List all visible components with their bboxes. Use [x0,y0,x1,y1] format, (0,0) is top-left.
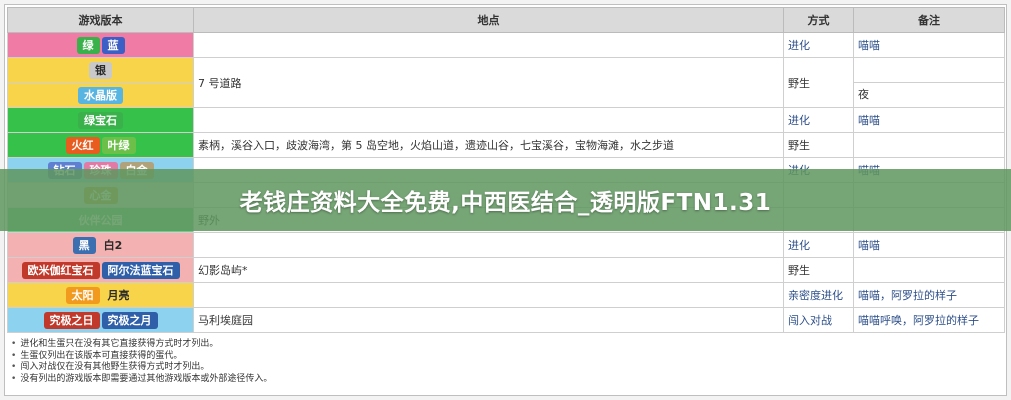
version-badge[interactable]: 绿 [76,36,100,54]
table-row: 火红 叶绿 素柄，溪谷入口，歧波海湾，第 5 岛空地，火焰山道，遗迹山谷，七宝溪谷，… [7,132,1005,158]
note-top [854,59,1004,83]
footnotes: • 进化和生蛋只在没有其它直接获得方式时才列出。 • 生蛋仅列出在该版本可直接获得的蛋… [11,339,1001,395]
version-badge[interactable]: 银 [89,61,112,79]
version-badge[interactable]: 火红 [65,136,100,154]
version-badge[interactable]: 太阳 [65,286,100,304]
method-cell: 闯入对战 [783,307,854,333]
bullet-icon: • [11,373,17,384]
location-cell: 素柄，溪谷入口，歧波海湾，第 5 岛空地，火焰山道，遗迹山谷，七宝溪谷，宝物海滩… [193,132,784,158]
table-row: 黑白2 进化 喵喵 [7,232,1005,258]
footnote-text: 没有列出的游戏版本即需要通过其他游戏版本或外部途径传入。 [20,373,273,384]
table-row: 绿蓝 进化 喵喵 [7,32,1005,58]
footnote-line: • 进化和生蛋只在没有其它直接获得方式时才列出。 [11,339,1001,351]
table-row: 欧米伽红宝石 阿尔法蓝宝石 幻影岛屿* 野生 [7,257,1005,283]
version-badge[interactable]: 阿尔法蓝宝石 [101,261,180,279]
location-cell [193,232,784,258]
note-cell: 夜 [853,57,1005,108]
version-cell: 欧米伽红宝石 阿尔法蓝宝石 [7,257,194,283]
version-badge[interactable]: 究极之月 [101,311,158,329]
note-cell: 喵喵 [853,32,1005,58]
bullet-icon: • [11,350,17,361]
method-cell: 野生 [783,257,854,283]
bullet-icon: • [11,362,17,372]
note-cell: 喵喵 [853,107,1005,133]
note-bottom: 夜 [858,87,869,101]
table-row: 绿宝石 进化 喵喵 [7,107,1005,133]
version-badge[interactable]: 绿宝石 [78,111,123,129]
header-note: 备注 [853,7,1005,33]
method-cell: 进化 [783,32,854,58]
version-cell: 火红 叶绿 [7,132,194,158]
version-badge[interactable]: 蓝 [101,36,125,54]
footnote-line: • 闯入对战仅在没有其他野生获得方式时才列出。 [11,362,1001,374]
header-location: 地点 [193,7,784,33]
note-cell [853,132,1005,158]
header-method: 方式 [783,7,854,33]
footnote-line: • 没有列出的游戏版本即需要通过其他游戏版本或外部途径传入。 [11,374,1001,386]
version-badge[interactable]: 黑 [72,236,96,254]
table-row: 究极之日 究极之月 马利埃庭园 闯入对战 喵喵呼唤，阿罗拉的样子 [7,307,1005,333]
version-cell: 绿宝石 [7,107,194,133]
method-cell: 野生 [783,57,854,108]
location-cell: 7 号道路 [193,57,784,108]
note-cell: 喵喵 [853,232,1005,258]
note-cell: 喵喵，阿罗拉的样子 [853,282,1005,308]
method-cell: 野生 [783,132,854,158]
version-cell: 银 [7,57,194,83]
note-cell: 喵喵呼唤，阿罗拉的样子 [853,307,1005,333]
version-cell: 水晶版 [7,82,194,108]
location-cell [193,107,784,133]
location-cell [193,282,784,308]
table-row: 太阳 月亮 亲密度进化 喵喵，阿罗拉的样子 [7,282,1005,308]
version-badge[interactable]: 究极之日 [43,311,100,329]
version-badge[interactable]: 水晶版 [78,86,123,104]
method-cell: 亲密度进化 [783,282,854,308]
footnote-text: 生蛋仅列出在该版本可直接获得的蛋代。 [20,350,183,361]
version-cell: 太阳 月亮 [7,282,194,308]
version-badge[interactable]: 白2 [97,236,129,254]
footnote-text: 闯入对战仅在没有其他野生获得方式时才列出。 [20,362,210,372]
version-cell: 绿蓝 [7,32,194,58]
bullet-icon: • [11,339,17,349]
location-cell: 马利埃庭园 [193,307,784,333]
table-header-row: 游戏版本 地点 方式 备注 [7,7,1005,33]
table-row: 银 7 号道路 野生夜 [7,57,1005,108]
banner-overlay: 老钱庄资料大全免费,中西医结合_透明版FTN1.31 [0,169,1011,231]
version-badge[interactable]: 叶绿 [101,136,136,154]
note-cell [853,257,1005,283]
header-version: 游戏版本 [7,7,194,33]
footnote-line: • 生蛋仅列出在该版本可直接获得的蛋代。 [11,351,1001,363]
version-badge[interactable]: 欧米伽红宝石 [21,261,100,279]
version-cell: 究极之日 究极之月 [7,307,194,333]
banner-title: 老钱庄资料大全免费,中西医结合_透明版FTN1.31 [239,190,772,216]
location-cell: 幻影岛屿* [193,257,784,283]
method-cell: 进化 [783,232,854,258]
footnote-text: 进化和生蛋只在没有其它直接获得方式时才列出。 [20,339,219,349]
version-cell: 黑白2 [7,232,194,258]
version-badge[interactable]: 月亮 [101,286,136,304]
method-cell: 进化 [783,107,854,133]
location-cell [193,32,784,58]
